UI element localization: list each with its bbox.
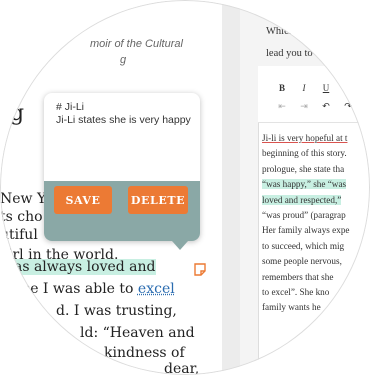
question-line: lead you to <box>266 48 313 59</box>
editor-text[interactable]: Ji-li is very hopeful at t beginning of … <box>262 131 350 316</box>
editor-line: remembers that she <box>262 271 334 282</box>
note-tag: # Ji-Li <box>56 101 85 113</box>
word-count: words: 140 <box>282 352 318 361</box>
highlight[interactable]: was always loved and <box>2 259 156 275</box>
book-line-text: use I was able to <box>14 281 134 297</box>
book-subtitle-cont: g <box>120 54 127 66</box>
editor-line: “was happy,” she “was <box>262 177 350 192</box>
question-text: Which lead you to <box>266 21 313 65</box>
italic-button[interactable]: I <box>296 80 312 96</box>
highlight: loved and respected,” <box>262 194 342 205</box>
note-content[interactable]: # Ji-Li Ji-Li states she is very happy <box>56 101 191 126</box>
highlight: “was happy,” she “was <box>262 179 347 190</box>
indent-increase-button[interactable]: ⇥ <box>296 98 312 114</box>
highlighted-passage[interactable]: was always loved and <box>2 256 156 278</box>
book-line: ld: “Heaven and <box>80 325 195 341</box>
note-text: Ji-Li states she is very happy <box>56 113 191 126</box>
list-button[interactable]: ≡ <box>340 80 356 96</box>
book-line: dear, <box>164 361 200 375</box>
editor-line: some people nervous, <box>262 256 342 267</box>
editor-line: family wants he <box>262 302 321 313</box>
editor-line: to succeed, which mig <box>262 240 345 251</box>
editor-line: Her family always expe <box>262 225 350 236</box>
delete-note-button[interactable]: DELETE <box>128 186 188 214</box>
book-subtitle: moir of the Cultural <box>90 38 183 50</box>
book-line: d. I was trusting, <box>56 303 177 319</box>
redo-button[interactable]: ↷ <box>340 98 356 114</box>
underline-button[interactable]: U <box>318 80 334 96</box>
vocab-link-excel[interactable]: excel <box>138 281 175 297</box>
book-line: use I was able to excel <box>14 278 175 300</box>
popover-pointer <box>172 241 188 250</box>
chapter-heading: g <box>10 101 25 126</box>
editor-line: to excel”. She kno <box>262 287 330 298</box>
book-line: utiful <box>0 227 38 243</box>
editor-line: Ji-li is very hopeful at t <box>262 131 350 146</box>
save-note-button[interactable]: SAVE <box>54 186 112 214</box>
question-line: Which <box>266 26 294 37</box>
editor-line: loved and respected,” <box>262 193 350 208</box>
magnifier-view: moir of the Cultural g g New Y ts cho ut… <box>0 0 370 375</box>
editor-line: “was proud” (paragrap <box>262 210 346 221</box>
editor-line-text: Ji-li is very hopeful at t <box>262 133 348 143</box>
editor-line: beginning of this story. <box>262 148 347 159</box>
indent-decrease-button[interactable]: ⇤ <box>274 98 290 114</box>
editor-line: prologue, she state tha <box>262 163 345 174</box>
undo-button[interactable]: ↶ <box>318 98 334 114</box>
sticky-note-icon[interactable] <box>194 263 206 276</box>
bold-button[interactable]: B <box>274 80 290 96</box>
pane-divider[interactable] <box>222 0 240 375</box>
